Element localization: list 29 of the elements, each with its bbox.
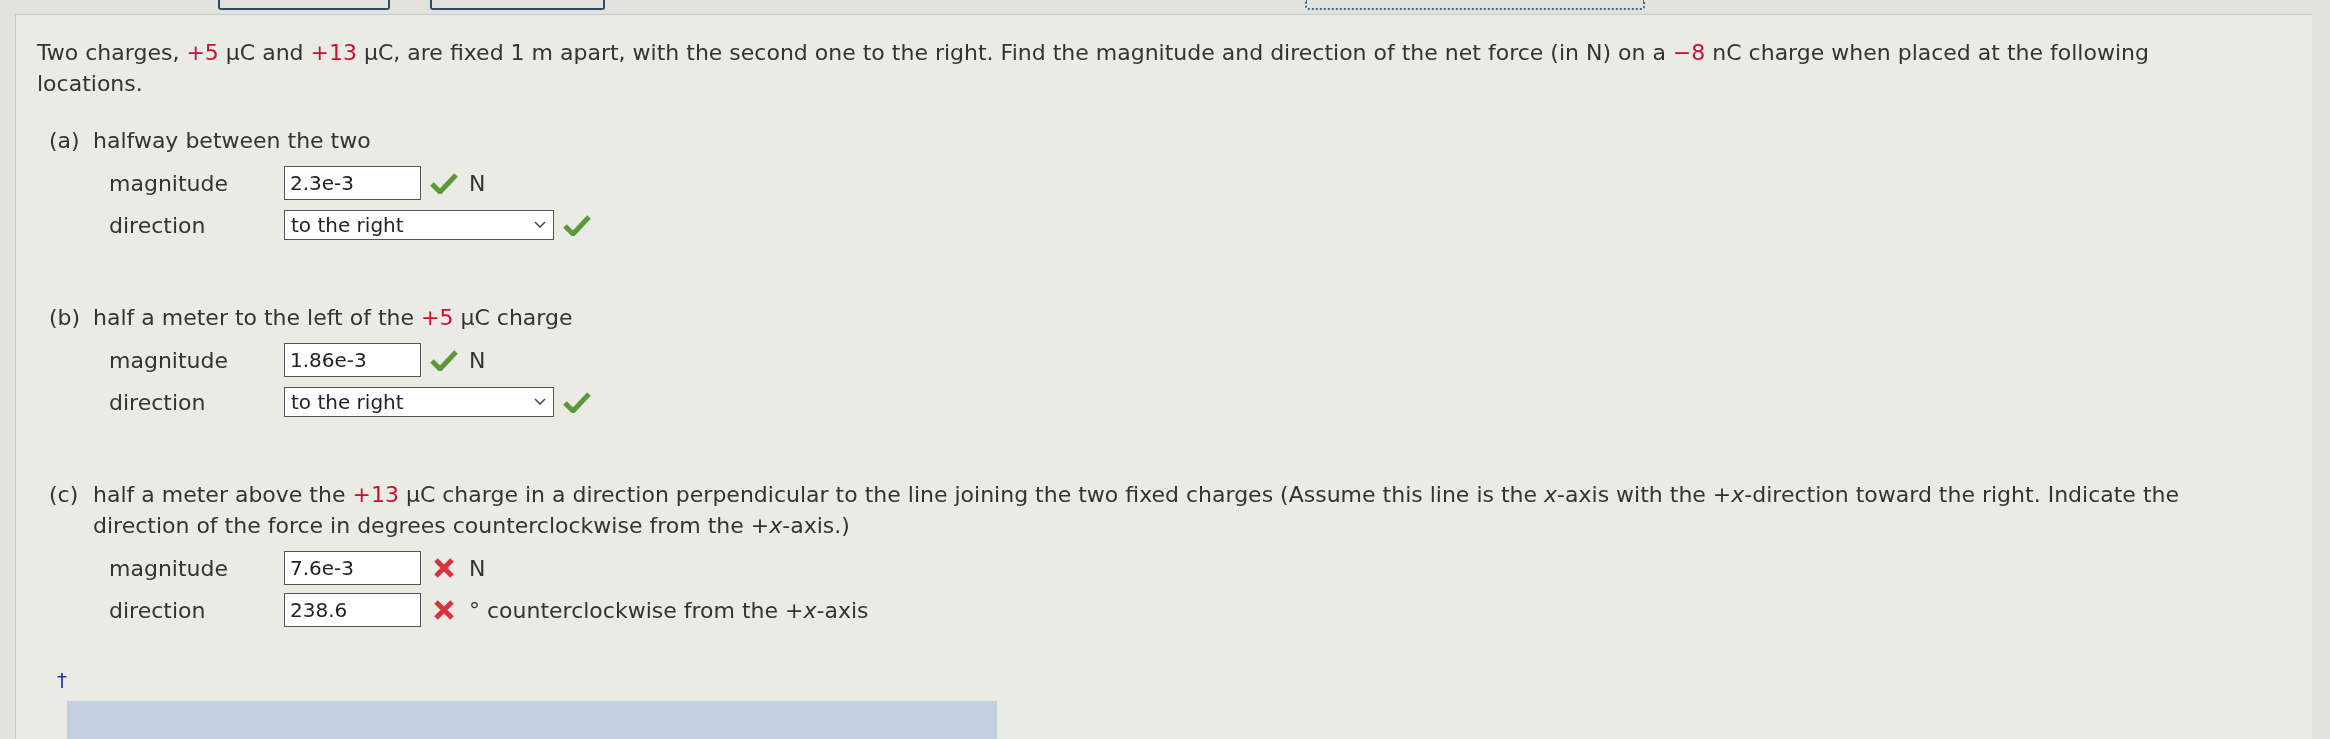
unit-label: ° counterclockwise from the +x-axis (469, 596, 869, 625)
button-edge[interactable] (430, 0, 605, 10)
button-edge[interactable] (1305, 0, 1645, 10)
dropdown[interactable]: to the right (284, 387, 554, 417)
input-field[interactable]: 2.3e-3 (284, 166, 421, 200)
chevron-down-icon (533, 220, 547, 230)
input-field[interactable]: 7.6e-3 (284, 551, 421, 585)
part-prompt: halfway between the two (93, 127, 371, 155)
input-field[interactable]: 1.86e-3 (284, 343, 421, 377)
part-letter: (c) (48, 481, 80, 509)
chevron-down-icon (533, 397, 547, 407)
input-field[interactable]: 238.6 (284, 593, 421, 627)
question-text: Two charges, +5 μC and +13 μC, are fixed 1 m apart, with the second one to the right. Find the magnitude and direction of the net force (in N) on a −8 nC charge when placed at the following locations. (37, 39, 2150, 98)
field-label: direction (109, 211, 207, 240)
unit-label: N (469, 346, 486, 375)
field-label: direction (109, 596, 207, 625)
dropdown[interactable]: to the right (284, 210, 554, 240)
part-prompt: half a meter to the left of the +5 μC charge (93, 304, 573, 332)
unit-label: N (469, 554, 486, 583)
field-label: direction (109, 388, 207, 417)
unit-label: N (469, 169, 486, 198)
part-letter: (b) (48, 304, 82, 332)
field-label: magnitude (109, 346, 229, 375)
field-label: magnitude (109, 169, 229, 198)
field-label: magnitude (109, 554, 229, 583)
part-letter: (a) (48, 127, 81, 155)
button-edge[interactable] (218, 0, 390, 10)
part-prompt: half a meter above the +13 μC charge in a direction perpendicular to the line joining the two fixed charges (Assume this line is the x-axis with the +x-direction toward the right. Indicate the direction of the force in degrees counterclockwise from the +x-axis.) (93, 481, 2180, 540)
footnote-mark: † (57, 667, 68, 694)
